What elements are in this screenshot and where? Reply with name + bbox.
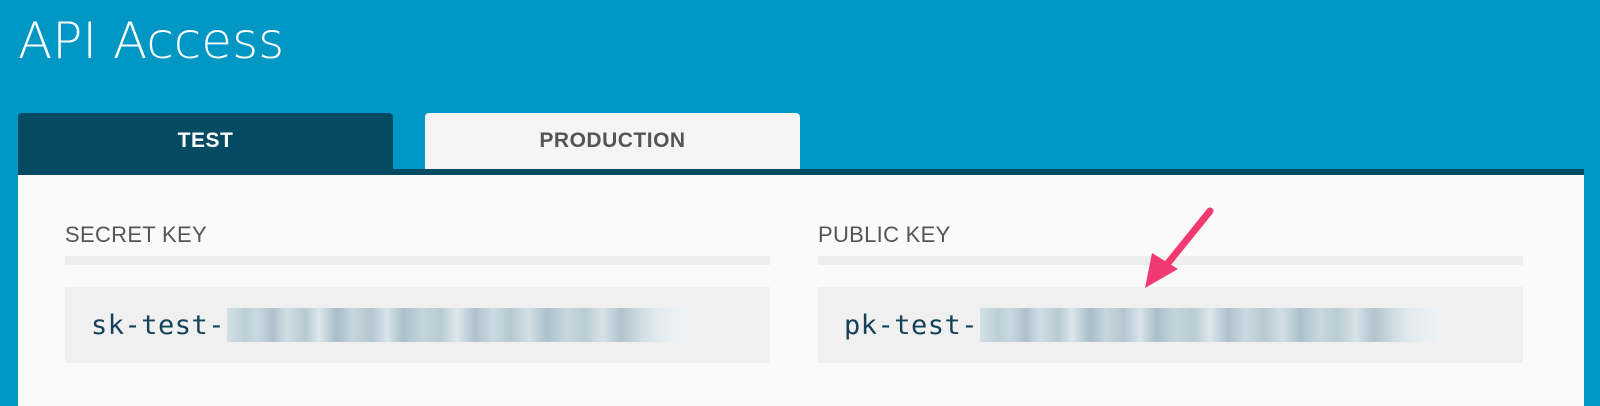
tab-production[interactable]: PRODUCTION (425, 113, 800, 169)
public-key-section: PUBLIC KEY pk-test- (818, 222, 1523, 363)
tab-test[interactable]: TEST (18, 113, 393, 169)
public-key-label: PUBLIC KEY (818, 222, 1523, 265)
secret-key-section: SECRET KEY sk-test- (65, 222, 770, 363)
secret-key-redacted-value (227, 308, 688, 342)
keys-panel: SECRET KEY sk-test- PUBLIC KEY pk-test- (18, 169, 1584, 406)
public-key-redacted-value (980, 308, 1441, 342)
secret-key-prefix: sk-test- (91, 309, 226, 341)
environment-tabs: TEST PRODUCTION (18, 113, 1584, 169)
page-title: API Access (18, 12, 285, 70)
public-key-field[interactable]: pk-test- (818, 287, 1523, 363)
secret-key-label: SECRET KEY (65, 222, 770, 265)
secret-key-field[interactable]: sk-test- (65, 287, 770, 363)
public-key-prefix: pk-test- (844, 309, 979, 341)
